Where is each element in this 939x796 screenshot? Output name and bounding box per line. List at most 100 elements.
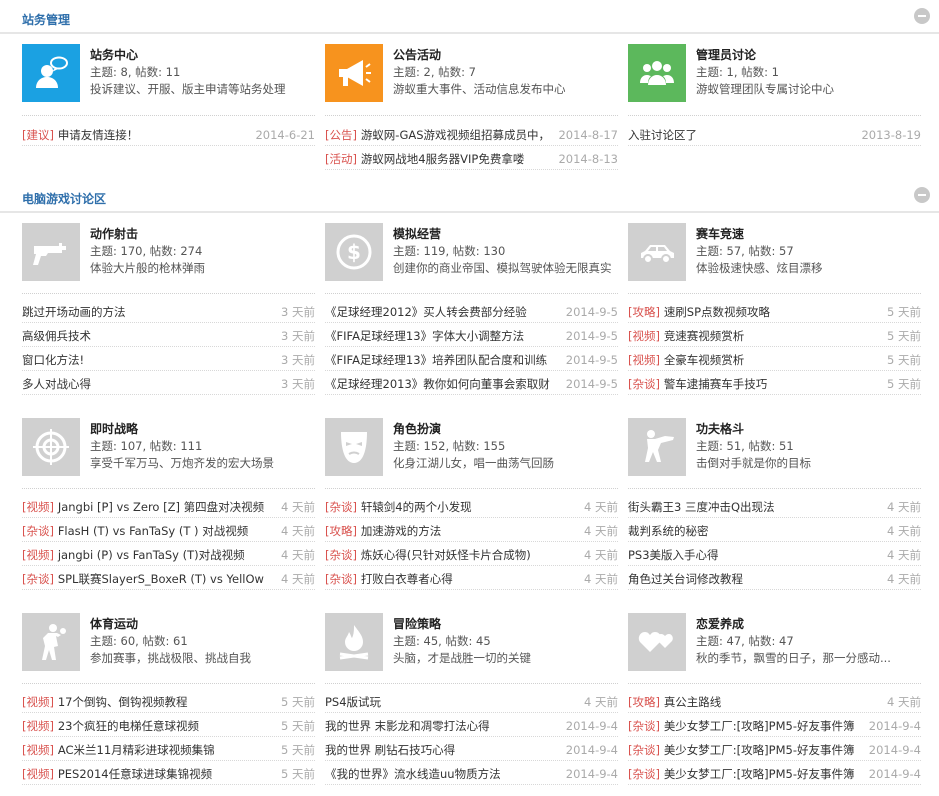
forum-block[interactable]: 功夫格斗 主题: 51, 帖数: 51 击倒对手就是你的目标	[628, 418, 919, 480]
forum-block[interactable]: 赛车竞速 主题: 57, 帖数: 57 体验极速快感、炫目漂移	[628, 223, 919, 285]
post-item[interactable]: 我的世界 末影龙和凋零打法心得 2014-9-4	[325, 715, 618, 737]
post-title[interactable]: 游蚁网战地4服务器VIP免费拿喽	[361, 152, 525, 166]
post-title[interactable]: 角色过关台词修改教程	[628, 572, 743, 586]
post-title[interactable]: AC米兰11月精彩进球视频集锦	[58, 743, 215, 757]
post-title[interactable]: PS3美版入手心得	[628, 548, 719, 562]
post-item[interactable]: [视频] PES2014任意球进球集锦视频 5 天前	[22, 763, 315, 785]
post-item[interactable]: 《足球经理2013》教你如何向董事会索取财 2014-9-5	[325, 373, 618, 395]
post-item[interactable]: 高级佣兵技术 3 天前	[22, 325, 315, 347]
post-item[interactable]: [杂谈] 美少女梦工厂:[攻略]PM5-好友事件簿 2014-9-4	[628, 763, 921, 785]
post-title[interactable]: SPL联赛SlayerS_BoxeR (T) vs YellOw	[58, 572, 264, 586]
post-tag[interactable]: [视频]	[22, 767, 54, 781]
post-item[interactable]: 《足球经理2012》买人转会费部分经验 2014-9-5	[325, 301, 618, 323]
post-title[interactable]: 《足球经理2012》买人转会费部分经验	[325, 305, 527, 319]
post-item[interactable]: [视频] 17个倒钩、倒钩视频教程 5 天前	[22, 691, 315, 713]
post-item[interactable]: [攻略] 速刷SP点数视频攻略 5 天前	[628, 301, 921, 323]
post-title[interactable]: 街头霸王3 三度冲击Q出现法	[628, 500, 775, 514]
forum-name[interactable]: 体育运动	[90, 615, 138, 632]
post-title[interactable]: 炼妖心得(只针对妖怪卡片合成物)	[361, 548, 531, 562]
post-item[interactable]: 我的世界 刷钻石技巧心得 2014-9-4	[325, 739, 618, 761]
post-item[interactable]: [杂谈] 炼妖心得(只针对妖怪卡片合成物) 4 天前	[325, 544, 618, 566]
post-title[interactable]: 美少女梦工厂:[攻略]PM5-好友事件簿	[664, 719, 855, 733]
collapse-icon[interactable]	[914, 187, 930, 203]
post-tag[interactable]: [视频]	[22, 695, 54, 709]
post-item[interactable]: [杂谈] FlasH (T) vs FanTaSy (T ) 对战视频 4 天前	[22, 520, 315, 542]
post-title[interactable]: 轩辕剑4的两个小发现	[361, 500, 472, 514]
post-title[interactable]: 游蚁网-GAS游戏视频组招募成员中，	[361, 128, 550, 142]
forum-name[interactable]: 站务中心	[90, 46, 138, 63]
post-item[interactable]: PS4版试玩 4 天前	[325, 691, 618, 713]
post-title[interactable]: 17个倒钩、倒钩视频教程	[58, 695, 188, 709]
forum-block[interactable]: $ 模拟经营 主题: 119, 帖数: 130 创建你的商业帝国、模拟驾驶体验无限真实	[325, 223, 616, 285]
post-item[interactable]: 多人对战心得 3 天前	[22, 373, 315, 395]
forum-name[interactable]: 功夫格斗	[696, 420, 744, 437]
post-item[interactable]: 《我的世界》流水线造uu物质方法 2014-9-4	[325, 763, 618, 785]
mask-icon[interactable]	[325, 418, 383, 476]
post-item[interactable]: [建议] 申请友情连接！ 2014-6-21	[22, 124, 315, 146]
post-item[interactable]: [杂谈] 警车逮捕赛车手技巧 5 天前	[628, 373, 921, 395]
post-title[interactable]: 我的世界 刷钻石技巧心得	[325, 743, 455, 757]
post-tag[interactable]: [活动]	[325, 152, 357, 166]
post-title[interactable]: 美少女梦工厂:[攻略]PM5-好友事件簿	[664, 743, 855, 757]
forum-name[interactable]: 恋爱养成	[696, 615, 744, 632]
post-title[interactable]: 我的世界 末影龙和凋零打法心得	[325, 719, 490, 733]
crosshair-icon[interactable]	[22, 418, 80, 476]
post-title[interactable]: PES2014任意球进球集锦视频	[58, 767, 212, 781]
forum-name[interactable]: 即时战略	[90, 420, 138, 437]
post-title[interactable]: 窗口化方法!	[22, 353, 84, 367]
post-item[interactable]: [视频] jangbi (P) vs FanTaSy (T)对战视频 4 天前	[22, 544, 315, 566]
forum-name[interactable]: 动作射击	[90, 225, 138, 242]
post-tag[interactable]: [建议]	[22, 128, 54, 142]
post-title[interactable]: 《FIFA足球经理13》字体大小调整方法	[325, 329, 524, 343]
post-item[interactable]: 跳过开场动画的方法 3 天前	[22, 301, 315, 323]
forum-block[interactable]: 动作射击 主题: 170, 帖数: 274 体验大片般的枪林弹雨	[22, 223, 313, 285]
post-tag[interactable]: [杂谈]	[325, 572, 357, 586]
post-title[interactable]: 跳过开场动画的方法	[22, 305, 126, 319]
post-title[interactable]: 美少女梦工厂:[攻略]PM5-好友事件簿	[664, 767, 855, 781]
forum-name[interactable]: 赛车竞速	[696, 225, 744, 242]
post-item[interactable]: 《FIFA足球经理13》培养团队配合度和训练 2014-9-5	[325, 349, 618, 371]
collapse-icon[interactable]	[914, 8, 930, 24]
post-item[interactable]: [杂谈] SPL联赛SlayerS_BoxeR (T) vs YellOw 4 天…	[22, 568, 315, 590]
post-tag[interactable]: [攻略]	[628, 695, 660, 709]
post-item[interactable]: 街头霸王3 三度冲击Q出现法 4 天前	[628, 496, 921, 518]
post-title[interactable]: FlasH (T) vs FanTaSy (T ) 对战视频	[58, 524, 248, 538]
post-title[interactable]: 速刷SP点数视频攻略	[664, 305, 770, 319]
post-tag[interactable]: [杂谈]	[628, 719, 660, 733]
post-tag[interactable]: [视频]	[628, 329, 660, 343]
post-tag[interactable]: [杂谈]	[22, 524, 54, 538]
kick-icon[interactable]	[628, 418, 686, 476]
post-item[interactable]: 角色过关台词修改教程 4 天前	[628, 568, 921, 590]
post-item[interactable]: 窗口化方法! 3 天前	[22, 349, 315, 371]
user-chat-icon[interactable]	[22, 44, 80, 102]
post-tag[interactable]: [杂谈]	[325, 548, 357, 562]
post-item[interactable]: [活动] 游蚁网战地4服务器VIP免费拿喽 2014-8-13	[325, 148, 618, 170]
group-icon[interactable]	[628, 44, 686, 102]
post-tag[interactable]: [公告]	[325, 128, 357, 142]
post-title[interactable]: Jangbi [P] vs Zero [Z] 第四盘对决视频	[58, 500, 264, 514]
forum-block[interactable]: 体育运动 主题: 60, 帖数: 61 参加赛事，挑战极限、挑战自我	[22, 613, 313, 675]
forum-name[interactable]: 角色扮演	[393, 420, 441, 437]
forum-name[interactable]: 冒险策略	[393, 615, 441, 632]
post-title[interactable]: 申请友情连接！	[58, 128, 139, 142]
post-title[interactable]: jangbi (P) vs FanTaSy (T)对战视频	[58, 548, 245, 562]
post-tag[interactable]: [攻略]	[628, 305, 660, 319]
post-title[interactable]: 入驻讨论区了	[628, 128, 697, 142]
post-title[interactable]: 警车逮捕赛车手技巧	[664, 377, 768, 391]
hearts-icon[interactable]	[628, 613, 686, 671]
megaphone-icon[interactable]	[325, 44, 383, 102]
forum-block[interactable]: 角色扮演 主题: 152, 帖数: 155 化身江湖儿女，唱一曲荡气回肠	[325, 418, 616, 480]
post-title[interactable]: 打败白衣尊者心得	[361, 572, 453, 586]
basketball-player-icon[interactable]	[22, 613, 80, 671]
post-title[interactable]: 竞速赛视频赏析	[664, 329, 745, 343]
forum-block[interactable]: 站务中心 主题: 8, 帖数: 11 投诉建议、开服、版主申请等站务处理	[22, 44, 313, 106]
post-tag[interactable]: [攻略]	[325, 524, 357, 538]
forum-name[interactable]: 管理员讨论	[696, 46, 756, 63]
post-item[interactable]: PS3美版入手心得 4 天前	[628, 544, 921, 566]
forum-block[interactable]: 公告活动 主题: 2, 帖数: 7 游蚁重大事件、活动信息发布中心	[325, 44, 616, 106]
post-title[interactable]: 加速游戏的方法	[361, 524, 442, 538]
forum-block[interactable]: 恋爱养成 主题: 47, 帖数: 47 秋的季节，飘雪的日子，那一分感动...	[628, 613, 919, 675]
post-tag[interactable]: [视频]	[22, 743, 54, 757]
post-item[interactable]: [杂谈] 打败白衣尊者心得 4 天前	[325, 568, 618, 590]
post-item[interactable]: [公告] 游蚁网-GAS游戏视频组招募成员中， 2014-8-17	[325, 124, 618, 146]
